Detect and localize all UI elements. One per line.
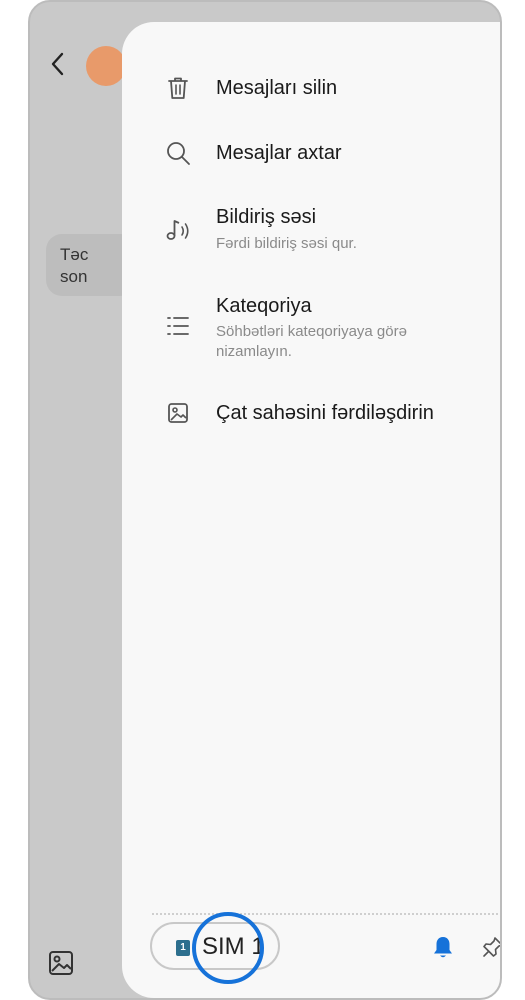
back-button[interactable] <box>44 50 72 78</box>
notification-toggle-button[interactable] <box>428 932 458 962</box>
menu-item-subtitle: Fərdi bildiriş səsi qur. <box>216 235 357 252</box>
highlight-circle <box>192 912 264 984</box>
gallery-button[interactable] <box>46 948 76 978</box>
pin-icon <box>483 937 500 957</box>
phone-frame: Təc son Mesajları silin Mesajlar axtar B… <box>28 0 502 1000</box>
menu-item-customize-chat[interactable]: Çat sahəsini fərdiləşdirin <box>122 397 500 437</box>
menu-item-notification-sound[interactable]: Bildiriş səsi Fərdi bildiriş səsi qur. <box>122 202 500 262</box>
menu-item-label: Kateqoriya <box>216 295 312 317</box>
menu-item-delete-messages[interactable]: Mesajları silin <box>122 72 500 112</box>
menu-item-subtitle-line1: Söhbətləri kateqoriyaya görə <box>216 323 407 340</box>
pin-button[interactable] <box>478 932 500 962</box>
image-icon <box>164 399 192 427</box>
search-icon <box>164 139 192 167</box>
menu-item-label: Bildiriş səsi <box>216 206 317 228</box>
menu-item-label: Çat sahəsini fərdiləşdirin <box>216 402 434 424</box>
image-icon <box>49 951 73 975</box>
bell-icon <box>434 937 452 958</box>
sim-card-icon: 1 <box>176 940 190 956</box>
trash-icon <box>164 74 192 102</box>
chevron-left-icon <box>51 52 64 76</box>
music-note-icon <box>164 216 192 244</box>
avatar <box>86 46 126 86</box>
menu-item-category[interactable]: Kateqoriya Söhbətləri kateqoriyaya görə … <box>122 292 500 367</box>
menu-item-search-messages[interactable]: Mesajlar axtar <box>122 137 500 177</box>
footer-divider <box>152 913 500 915</box>
list-icon <box>164 312 192 340</box>
menu-item-subtitle-line2: nizamlayın. <box>216 343 292 360</box>
menu-item-label: Mesajları silin <box>216 77 338 99</box>
options-drawer: Mesajları silin Mesajlar axtar Bildiriş … <box>122 22 500 998</box>
menu-item-label: Mesajlar axtar <box>216 142 342 164</box>
